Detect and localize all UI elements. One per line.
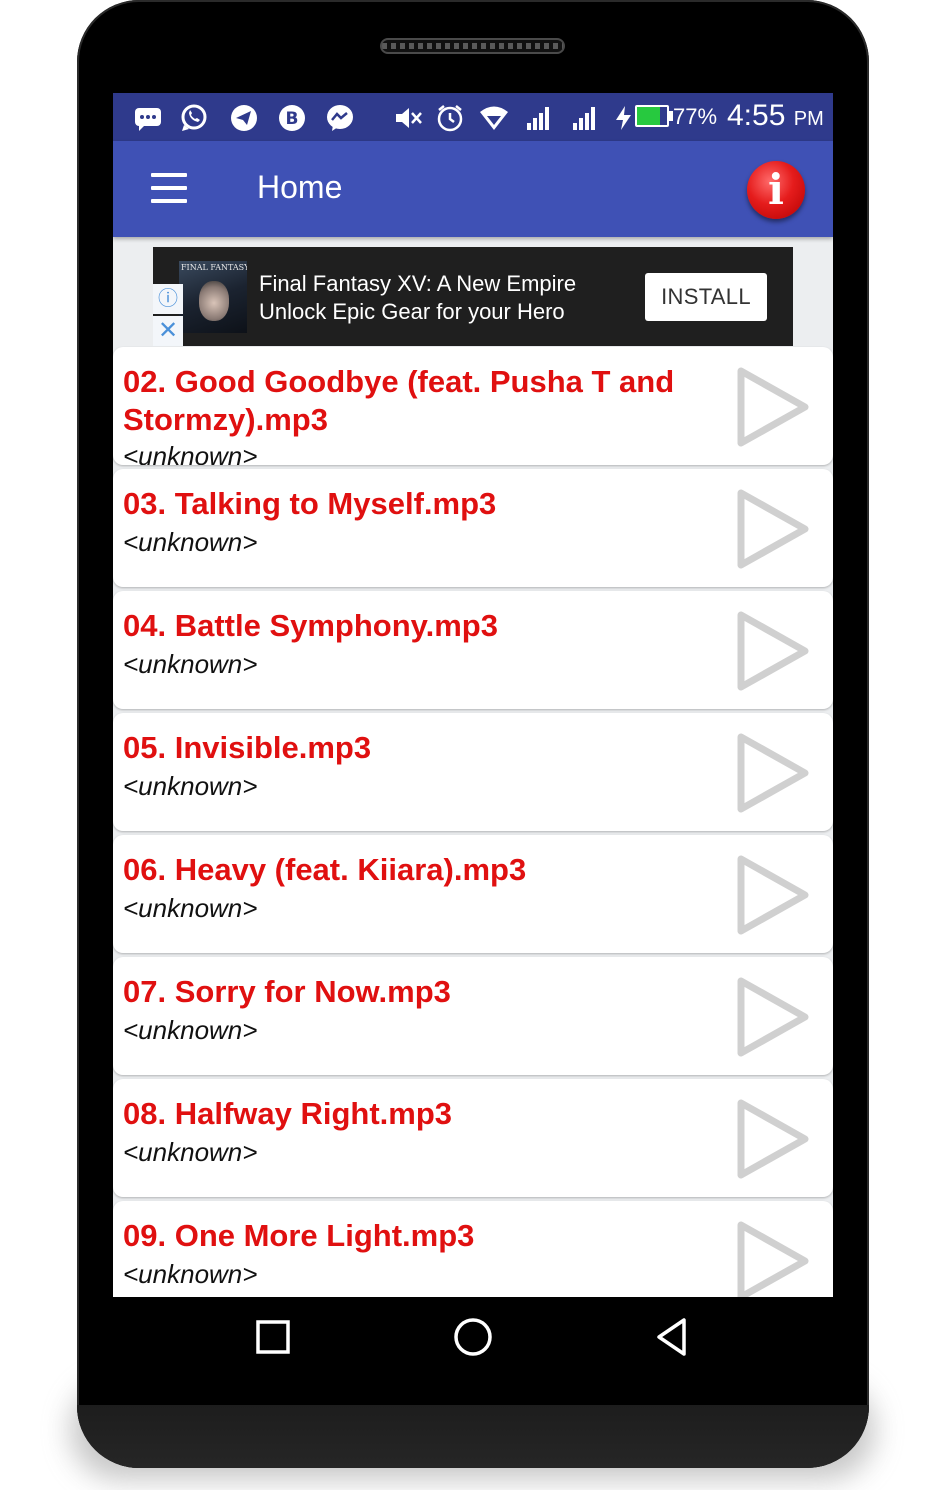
home-icon[interactable] [451,1315,495,1359]
status-bar: B 77% 4:55 PM [113,93,833,141]
ad-headline: Final Fantasy XV: A New Empire [259,271,577,296]
track-artist: <unknown> [123,1015,258,1045]
clock-ampm: PM [793,108,824,130]
list-item[interactable]: 09. One More Light.mp3 <unknown> [113,1201,833,1297]
play-icon[interactable] [733,1097,813,1181]
play-icon[interactable] [733,365,813,449]
battery-percent: 77% [673,104,718,129]
back-icon[interactable] [651,1315,695,1359]
track-list: 02. Good Goodbye (feat. Pusha T and Stor… [113,347,833,1297]
phone-speaker [380,38,565,54]
ad-banner[interactable]: FINAL FANTASY XV ⓘ ✕ Final Fantasy XV: A… [153,247,793,346]
ad-description: Unlock Epic Gear for your Hero [259,299,565,324]
recent-apps-icon[interactable] [251,1315,295,1359]
bbm-icon: B [279,105,305,131]
ad-thumbnail-title: FINAL FANTASY XV [181,263,247,272]
track-title: 06. Heavy (feat. Kiiara).mp3 [123,852,527,887]
track-artist: <unknown> [123,893,258,923]
track-artist: <unknown> [123,771,258,801]
track-artist: <unknown> [123,1259,258,1289]
play-icon[interactable] [733,609,813,693]
play-icon[interactable] [733,487,813,571]
clock: 4:55 PM [727,99,824,133]
list-item[interactable]: 02. Good Goodbye (feat. Pusha T and Stor… [113,347,833,465]
whatsapp-icon [181,104,207,131]
list-item[interactable]: 04. Battle Symphony.mp3 <unknown> [113,591,833,709]
page-title: Home [257,169,343,205]
ad-close-icon[interactable]: ✕ [153,316,183,346]
telegram-icon [231,105,257,131]
list-item[interactable]: 03. Talking to Myself.mp3 <unknown> [113,469,833,587]
hamburger-menu-icon[interactable] [149,173,189,205]
track-artist: <unknown> [123,527,258,557]
list-item[interactable]: 05. Invisible.mp3 <unknown> [113,713,833,831]
signal-icon [573,107,595,130]
list-item[interactable]: 08. Halfway Right.mp3 <unknown> [113,1079,833,1197]
play-icon[interactable] [733,1219,813,1297]
track-artist: <unknown> [123,649,258,679]
play-icon[interactable] [733,853,813,937]
messaging-icon [135,108,161,131]
clock-time: 4:55 [727,99,786,132]
battery-icon [635,105,669,127]
ad-info-icon[interactable]: ⓘ [153,284,183,314]
alarm-icon [437,105,463,132]
wifi-icon [480,106,508,130]
phone-chin [77,1405,869,1468]
track-title: 07. Sorry for Now.mp3 [123,974,451,1009]
ad-thumbnail: FINAL FANTASY XV [179,261,247,333]
track-title: 02. Good Goodbye (feat. Pusha T and Stor… [123,364,675,437]
list-item[interactable]: 06. Heavy (feat. Kiiara).mp3 <unknown> [113,835,833,953]
track-title: 09. One More Light.mp3 [123,1218,475,1253]
play-icon[interactable] [733,975,813,1059]
track-title: 03. Talking to Myself.mp3 [123,486,497,521]
track-artist: <unknown> [123,1137,258,1167]
messenger-icon [327,105,353,131]
track-title: 04. Battle Symphony.mp3 [123,608,498,643]
navigation-bar [113,1297,833,1377]
play-icon[interactable] [733,731,813,815]
info-icon[interactable]: i [747,161,805,219]
track-title: 08. Halfway Right.mp3 [123,1096,453,1131]
app-bar: Home i [113,141,833,237]
track-artist: <unknown> [123,441,258,465]
screen: B 77% 4:55 PM Home i FINAL FANTASY ⓘ ✕ F… [113,93,833,1297]
signal-icon [527,107,549,130]
mute-icon [396,108,422,128]
charging-icon [616,106,631,130]
track-title: 05. Invisible.mp3 [123,730,372,765]
list-item[interactable]: 07. Sorry for Now.mp3 <unknown> [113,957,833,1075]
ad-install-button[interactable]: INSTALL [645,273,767,321]
ad-thumbnail-face [199,281,229,321]
svg-text:B: B [286,109,299,129]
